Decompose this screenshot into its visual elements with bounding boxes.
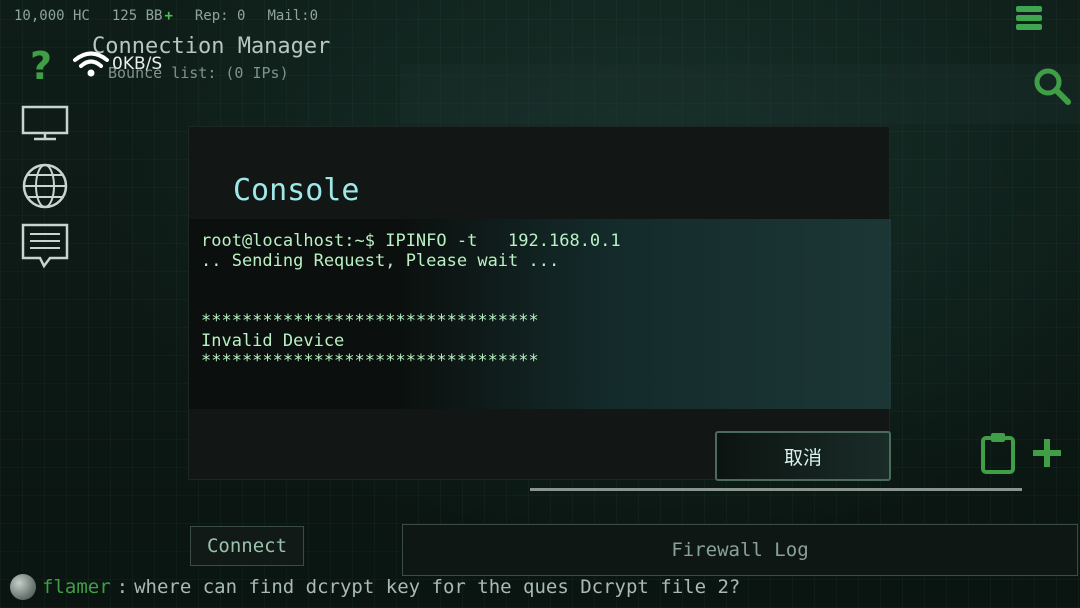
divider	[530, 488, 1022, 491]
bb-value: 125 BB	[111, 8, 163, 24]
connect-button[interactable]: Connect	[190, 526, 304, 566]
avatar	[10, 574, 36, 600]
search-icon[interactable]	[1032, 66, 1072, 106]
dialog-title: Console	[233, 173, 360, 208]
mail-count[interactable]: Mail:0	[267, 8, 318, 24]
console-output: root@localhost:~$ IPINFO -t 192.168.0.1 …	[189, 219, 891, 409]
help-icon[interactable]: ?	[30, 44, 52, 88]
console-line: root@localhost:~$ IPINFO -t 192.168.0.1	[201, 231, 621, 251]
console-dialog: Console root@localhost:~$ IPINFO -t 192.…	[188, 126, 891, 481]
chat-message: where can find dcrypt key for the ques D…	[134, 576, 741, 598]
add-bb-icon[interactable]: +	[164, 8, 172, 24]
computer-icon[interactable]	[20, 104, 70, 142]
console-line: *********************************	[201, 311, 539, 331]
cancel-button[interactable]: 取消	[715, 431, 891, 481]
console-line: Invalid Device	[201, 331, 345, 351]
clipboard-icon[interactable]	[980, 432, 1016, 474]
reputation: Rep: 0	[194, 8, 246, 24]
status-bar: 10,000 HC 125 BB + Rep: 0 Mail:0	[14, 8, 318, 24]
network-speed: 0KB/S	[112, 54, 163, 74]
wifi-icon	[73, 51, 109, 77]
globe-icon[interactable]	[20, 162, 70, 210]
chat-ticker: flamer: where can find dcrypt key for th…	[10, 574, 740, 600]
console-line: .. Sending Request, Please wait ...	[201, 251, 560, 271]
bb-balance: 125 BB +	[112, 8, 173, 24]
add-icon[interactable]	[1030, 436, 1064, 470]
network-status: 0KB/S	[72, 50, 162, 78]
firewall-log-button[interactable]: Firewall Log	[402, 524, 1078, 576]
background-panel	[400, 64, 1080, 124]
chat-icon[interactable]	[20, 222, 70, 270]
console-line: *********************************	[201, 351, 539, 371]
chat-separator: :	[116, 576, 129, 598]
menu-icon[interactable]	[1016, 6, 1042, 30]
hc-balance: 10,000 HC	[14, 8, 90, 24]
chat-user[interactable]: flamer	[42, 576, 111, 598]
